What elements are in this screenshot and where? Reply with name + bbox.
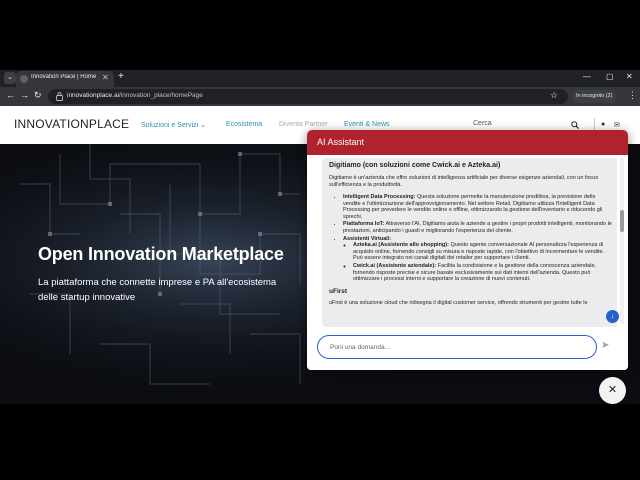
site-info-icon[interactable] [56, 92, 63, 101]
list-item: Azteka.ai (Assistente allo shopping): Qu… [353, 242, 614, 262]
hero-title: Open Innovation Marketplace [38, 244, 284, 264]
message-section-text: uFirst è una soluzione cloud che ridiseg… [329, 299, 588, 306]
scroll-down-arrow-icon[interactable]: ↓ [606, 310, 619, 323]
ai-assistant-header: AI Assistant [307, 130, 628, 155]
message-heading: Digitiamo (con soluzioni come Cwick.ai e… [329, 162, 501, 169]
mail-icon[interactable]: ✉ [614, 121, 620, 129]
url-path: /innovation_place/homePage [119, 92, 203, 99]
back-arrow-icon[interactable]: ← [6, 90, 15, 100]
search-icon[interactable] [571, 121, 579, 129]
forward-arrow-icon[interactable]: → [20, 90, 29, 100]
nav-events[interactable]: Eventi & News [344, 121, 390, 128]
chat-messages[interactable]: Digitiamo (con soluzioni come Cwick.ai e… [317, 155, 617, 327]
chat-scrollbar-thumb[interactable] [620, 210, 624, 232]
message-sublist: Azteka.ai (Assistente allo shopping): Qu… [353, 242, 614, 283]
browser-tab[interactable]: Innovation Place | Home ✕ [16, 71, 114, 87]
list-item: Intelligent Data Processing: Questa solu… [343, 194, 614, 220]
search-label[interactable]: Cerca [473, 120, 492, 127]
reload-icon[interactable]: ↻ [34, 90, 42, 101]
window-close-icon[interactable]: ✕ [626, 72, 633, 81]
nav-solutions[interactable]: Soluzioni e Servizi ⌄ [141, 121, 206, 129]
browser-toolbar: ← → ↻ innovationplace.ai/innovation_plac… [0, 87, 640, 106]
question-input[interactable] [317, 335, 597, 359]
message-intro: Digitiamo è un'azienda che offre soluzio… [329, 175, 599, 188]
message-list: Intelligent Data Processing: Questa solu… [343, 194, 614, 283]
list-item-label: Cwick.ai (Assistente aziendale): [353, 262, 437, 269]
new-tab-button[interactable]: + [118, 71, 124, 82]
assistant-message: Digitiamo (con soluzioni come Cwick.ai e… [322, 158, 617, 327]
nav-solutions-label: Soluzioni e Servizi [141, 122, 199, 129]
screen: ⌄ Innovation Place | Home ✕ + — ▢ ✕ ← → … [0, 0, 640, 480]
bookmark-star-icon[interactable]: ☆ [550, 90, 558, 101]
list-item-label: Piattaforma IoT: [343, 221, 385, 228]
chat-scrollbar[interactable] [620, 158, 624, 324]
chevron-down-icon: ⌄ [200, 122, 207, 129]
list-item-label: Assistenti Virtuali: [343, 235, 392, 242]
site-logo[interactable]: INNOVATIONPLACE [14, 117, 129, 131]
hero-subtitle: La piattaforma che connette imprese e PA… [38, 277, 277, 303]
tab-strip: ⌄ Innovation Place | Home ✕ + — ▢ ✕ [0, 70, 640, 87]
favicon-icon [20, 75, 28, 83]
list-item-label: Azteka.ai (Assistente allo shopping): [353, 242, 449, 249]
nav-ecosystem[interactable]: Ecosistema [226, 121, 262, 128]
list-item-text: Attraverso l'AI, Digitiamo aiuta le azie… [343, 221, 612, 234]
url-domain: innovationplace.ai [67, 92, 120, 99]
minimize-icon[interactable]: — [583, 72, 591, 81]
list-item: Piattaforma IoT: Attraverso l'AI, Digiti… [343, 221, 614, 234]
list-item-label: Intelligent Data Processing: [343, 194, 416, 200]
address-bar[interactable]: innovationplace.ai/innovation_place/home… [48, 89, 568, 104]
close-assistant-button[interactable]: ✕ [599, 377, 626, 404]
user-icon[interactable]: ● [601, 121, 605, 128]
tab-title: Innovation Place | Home [31, 74, 97, 80]
incognito-badge[interactable]: In incognito (2) [572, 90, 617, 103]
list-item: Assistenti Virtuali: Azteka.ai (Assisten… [343, 236, 614, 283]
chat-input-area: ➤ [307, 327, 628, 370]
ai-assistant-panel: AI Assistant Digitiamo (con soluzioni co… [307, 130, 628, 370]
tab-close-icon[interactable]: ✕ [102, 73, 109, 82]
browser-menu-icon[interactable]: ⋮ [628, 90, 637, 101]
ai-assistant-title: AI Assistant [317, 137, 365, 147]
send-icon[interactable]: ➤ [601, 340, 609, 351]
url-text: innovationplace.ai/innovation_place/home… [67, 92, 203, 99]
tab-search-icon[interactable]: ⌄ [4, 72, 16, 84]
message-section-title: uFirst [329, 287, 348, 295]
nav-become-partner[interactable]: Diventa Partner [279, 121, 328, 128]
maximize-icon[interactable]: ▢ [606, 72, 614, 81]
list-item: Cwick.ai (Assistente aziendale): Facilit… [353, 263, 614, 283]
